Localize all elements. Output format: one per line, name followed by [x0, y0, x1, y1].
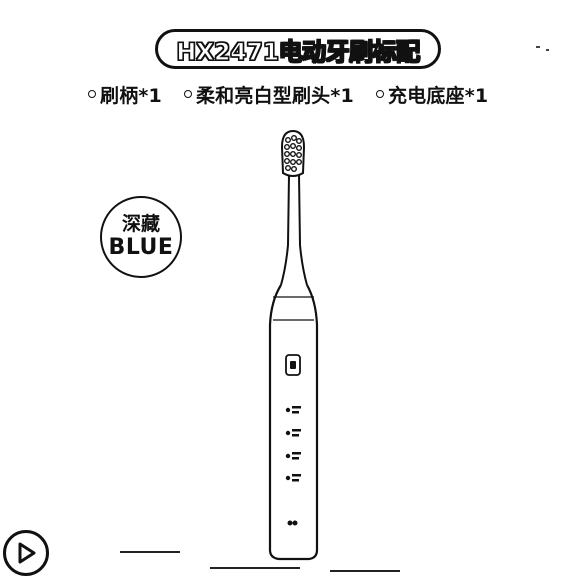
color-badge: 深藏 BLUE [100, 196, 182, 278]
brush-handle [268, 284, 319, 561]
bullet-icon [88, 90, 96, 98]
product-title: HX2471电动牙刷标配 [176, 37, 421, 66]
mode-indicators [285, 406, 301, 526]
play-icon [18, 542, 36, 564]
list-item-brush-head: 柔和亮白型刷头*1 [183, 81, 354, 108]
divider-line [330, 570, 400, 572]
item-label: 刷柄*1 [100, 84, 162, 107]
divider-line [120, 551, 180, 553]
toothbrush-illustration [268, 129, 319, 561]
list-item-handle: 刷柄*1 [88, 81, 162, 108]
color-name-english: BLUE [108, 235, 174, 260]
list-item-charger: 充电底座*1 [375, 81, 489, 108]
brush-head [280, 129, 306, 177]
color-name-chinese: 深藏 [121, 213, 160, 235]
product-title-banner: HX2471电动牙刷标配 [155, 29, 441, 69]
item-label: 柔和亮白型刷头*1 [195, 84, 354, 107]
divider-line [210, 567, 300, 569]
package-contents-list: 刷柄*1 柔和亮白型刷头*1 充电底座*1 [88, 80, 508, 108]
bullet-icon [375, 90, 384, 98]
item-label: 充电底座*1 [387, 84, 489, 107]
play-button[interactable] [3, 530, 49, 576]
bullet-icon [183, 90, 192, 98]
speck [546, 49, 549, 51]
brush-neck [280, 174, 308, 286]
speck [536, 46, 540, 48]
